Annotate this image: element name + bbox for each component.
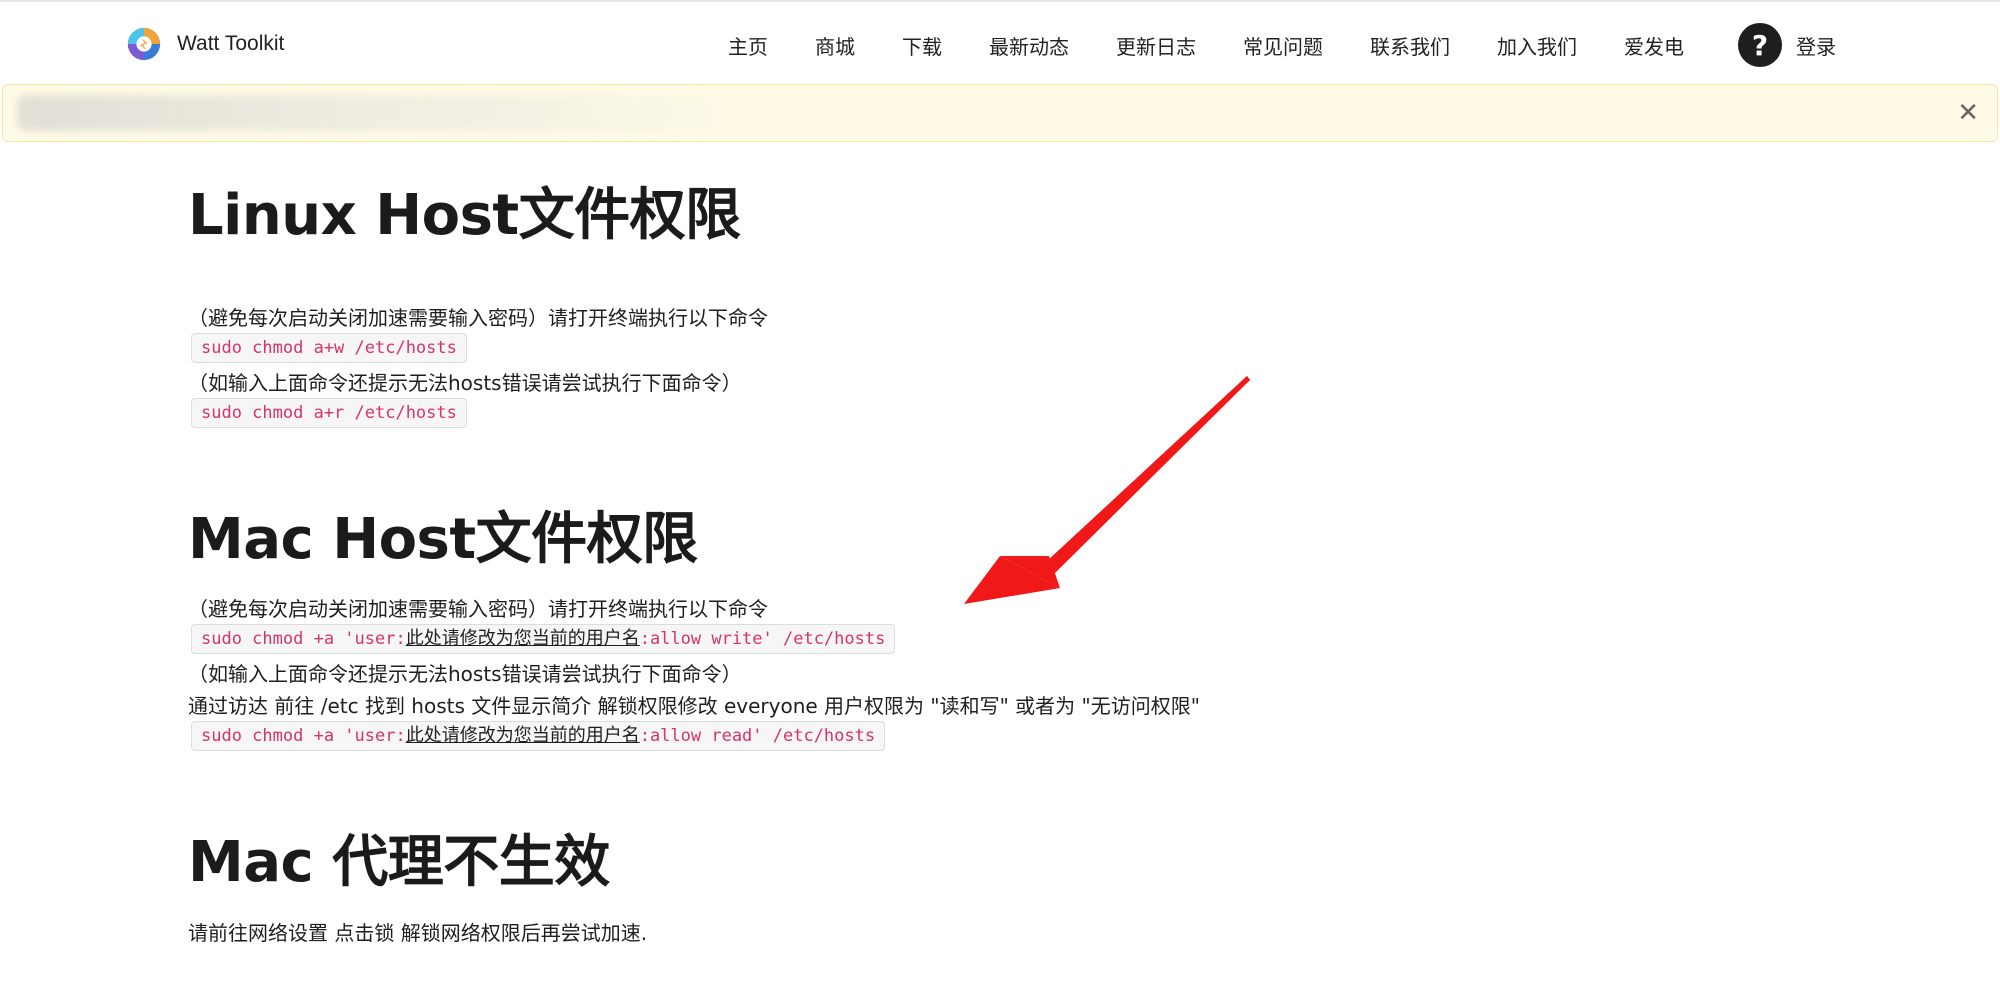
code-username-placeholder: 此处请修改为您当前的用户名: [405, 628, 640, 649]
code-snippet: sudo chmod a+r /etc/hosts: [191, 398, 467, 428]
code-username-placeholder: 此处请修改为您当前的用户名: [405, 725, 640, 746]
login-button[interactable]: 登录: [1796, 31, 1836, 60]
main-nav: 主页 商城 下载 最新动态 更新日志 常见问题 联系我们 加入我们 爱发电 ? …: [728, 22, 1836, 68]
nav-contact[interactable]: 联系我们: [1370, 31, 1450, 60]
nav-afdian[interactable]: 爱发电: [1624, 31, 1684, 60]
red-arrow-annotation: [964, 376, 1250, 604]
paragraph: （避免每次启动关闭加速需要输入密码）请打开终端执行以下命令: [188, 306, 768, 330]
code-suffix: :allow write' /etc/hosts: [639, 629, 886, 649]
heading-linux-host: Linux Host文件权限: [188, 183, 741, 248]
code-prefix: sudo chmod +a 'user:: [201, 629, 406, 649]
code-suffix: :allow read' /etc/hosts: [639, 726, 876, 746]
paragraph: （如输入上面命令还提示无法hosts错误请尝试执行下面命令）: [188, 662, 742, 686]
nav-download[interactable]: 下载: [902, 31, 942, 60]
heading-mac-proxy: Mac 代理不生效: [188, 830, 610, 895]
nav-news[interactable]: 最新动态: [989, 31, 1069, 60]
paragraph: （避免每次启动关闭加速需要输入密码）请打开终端执行以下命令: [188, 597, 768, 621]
nav-changelog[interactable]: 更新日志: [1116, 31, 1196, 60]
site-header: Watt Toolkit 主页 商城 下载 最新动态 更新日志 常见问题 联系我…: [0, 0, 2000, 84]
nav-join[interactable]: 加入我们: [1497, 31, 1577, 60]
brand[interactable]: Watt Toolkit: [125, 22, 284, 66]
notice-blurred-text: [17, 95, 717, 131]
code-snippet: sudo chmod +a 'user:此处请修改为您当前的用户名:allow …: [191, 624, 896, 654]
brand-name: Watt Toolkit: [177, 32, 285, 55]
code-snippet: sudo chmod a+w /etc/hosts: [191, 333, 467, 363]
paragraph: 通过访达 前往 /etc 找到 hosts 文件显示简介 解锁权限修改 ever…: [188, 694, 1200, 718]
notice-banner: ✕: [2, 84, 1998, 142]
help-icon[interactable]: ?: [1738, 23, 1782, 67]
paragraph: （如输入上面命令还提示无法hosts错误请尝试执行下面命令）: [188, 371, 742, 395]
nav-store[interactable]: 商城: [815, 31, 855, 60]
code-snippet: sudo chmod +a 'user:此处请修改为您当前的用户名:allow …: [191, 721, 886, 751]
close-icon[interactable]: ✕: [1957, 99, 1979, 127]
code-prefix: sudo chmod +a 'user:: [201, 726, 406, 746]
watt-toolkit-logo-icon: [127, 27, 161, 61]
nav-home[interactable]: 主页: [728, 31, 768, 60]
heading-mac-host: Mac Host文件权限: [188, 507, 698, 572]
paragraph: 请前往网络设置 点击锁 解锁网络权限后再尝试加速.: [188, 921, 648, 945]
nav-faq[interactable]: 常见问题: [1243, 31, 1323, 60]
